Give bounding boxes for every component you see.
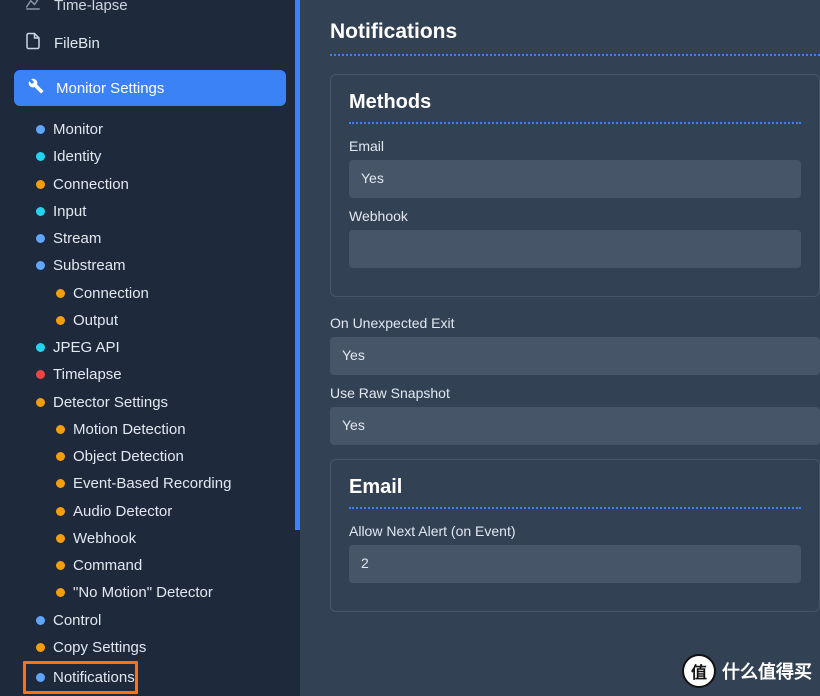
tree-item[interactable]: Copy Settings	[14, 634, 286, 661]
sidebar-item-filebin[interactable]: FileBin	[14, 26, 286, 60]
tree-item[interactable]: Stream	[14, 225, 286, 252]
tree-item-label: Webhook	[73, 527, 136, 550]
tree-item[interactable]: Control	[14, 607, 286, 634]
bullet-icon	[56, 561, 65, 570]
tree-item-label: Output	[73, 309, 118, 332]
bullet-icon	[56, 534, 65, 543]
bullet-icon	[56, 507, 65, 516]
timelapse-icon	[24, 0, 42, 16]
tree-item[interactable]: Object Detection	[14, 443, 286, 470]
tree-item[interactable]: Substream	[14, 252, 286, 279]
tree-item[interactable]: Connection	[14, 280, 286, 307]
tree-item-label: Motion Detection	[73, 418, 186, 441]
tree-item[interactable]: Output	[14, 307, 286, 334]
tree-item-label: Connection	[53, 173, 129, 196]
tree-item[interactable]: JPEG API	[14, 334, 286, 361]
tree-item-label: Substream	[53, 254, 126, 277]
tree-item-label: Notifications	[53, 666, 135, 689]
main-panel: Notifications Methods Email Yes Webhook …	[300, 0, 820, 696]
sidebar-item-label: Time-lapse	[54, 0, 128, 14]
file-icon	[24, 32, 42, 54]
bullet-icon	[36, 180, 45, 189]
tree-item-label: Control	[53, 609, 101, 632]
tree-item[interactable]: Event-Based Recording	[14, 470, 286, 497]
tree-item-label: Event-Based Recording	[73, 472, 231, 495]
tree-item[interactable]: Timelapse	[14, 361, 286, 388]
monitor-settings-button[interactable]: Monitor Settings	[14, 70, 286, 106]
watermark: 值 什么值得买	[682, 654, 812, 688]
monitor-settings-label: Monitor Settings	[56, 80, 164, 97]
unexpected-exit-label: On Unexpected Exit	[330, 315, 820, 331]
watermark-text: 什么值得买	[722, 658, 812, 684]
tree-item-label: Audio Detector	[73, 500, 172, 523]
tree-item[interactable]: Input	[14, 198, 286, 225]
email-section: Email Allow Next Alert (on Event) 2	[330, 459, 820, 612]
tree-item-label: Input	[53, 200, 86, 223]
tree-item[interactable]: Motion Detection	[14, 416, 286, 443]
bullet-icon	[36, 643, 45, 652]
tree-item[interactable]: Monitor	[14, 116, 286, 143]
tree-item-label: Connection	[73, 282, 149, 305]
tree-item-label: Detector Settings	[53, 391, 168, 414]
bullet-icon	[36, 234, 45, 243]
tree-item-label: JPEG API	[53, 336, 120, 359]
watermark-badge-icon: 值	[682, 654, 716, 688]
sidebar-item-label: FileBin	[54, 35, 100, 52]
tree-item[interactable]: Detector Settings	[14, 389, 286, 416]
tree-item[interactable]: Connection	[14, 171, 286, 198]
bullet-icon	[36, 261, 45, 270]
bullet-icon	[36, 370, 45, 379]
sidebar: Time-lapse FileBin Monitor Settings Moni…	[0, 0, 300, 696]
bullet-icon	[36, 207, 45, 216]
allow-next-alert-input[interactable]: 2	[349, 545, 801, 583]
bullet-icon	[36, 398, 45, 407]
methods-title: Methods	[349, 91, 801, 124]
tree-item-label: Copy Settings	[53, 636, 146, 659]
tree-item[interactable]: "No Motion" Detector	[14, 579, 286, 606]
wrench-icon	[28, 78, 44, 98]
email-method-select[interactable]: Yes	[349, 160, 801, 198]
bullet-icon	[56, 588, 65, 597]
bullet-icon	[56, 479, 65, 488]
tree-item[interactable]: Webhook	[14, 525, 286, 552]
tree-item-label: Object Detection	[73, 445, 184, 468]
email-method-label: Email	[349, 138, 801, 154]
tree-item-label: Identity	[53, 145, 101, 168]
bullet-icon	[56, 452, 65, 461]
raw-snapshot-label: Use Raw Snapshot	[330, 385, 820, 401]
email-section-title: Email	[349, 476, 801, 509]
bullet-icon	[56, 289, 65, 298]
allow-next-alert-label: Allow Next Alert (on Event)	[349, 523, 801, 539]
bullet-icon	[36, 616, 45, 625]
methods-section: Methods Email Yes Webhook	[330, 74, 820, 297]
tree-item[interactable]: Command	[14, 552, 286, 579]
raw-snapshot-select[interactable]: Yes	[330, 407, 820, 445]
tree-item[interactable]: Identity	[14, 143, 286, 170]
tree-item-label: Monitor	[53, 118, 103, 141]
webhook-method-input[interactable]	[349, 230, 801, 268]
tree-item[interactable]: Notifications	[23, 661, 138, 694]
bullet-icon	[56, 425, 65, 434]
tree-item-label: "No Motion" Detector	[73, 581, 213, 604]
bullet-icon	[56, 316, 65, 325]
bullet-icon	[36, 673, 45, 682]
tree-item[interactable]: Audio Detector	[14, 498, 286, 525]
bullet-icon	[36, 125, 45, 134]
bullet-icon	[36, 343, 45, 352]
unexpected-exit-select[interactable]: Yes	[330, 337, 820, 375]
tree-item-label: Timelapse	[53, 363, 122, 386]
tree-item-label: Stream	[53, 227, 101, 250]
panel-title: Notifications	[330, 20, 820, 56]
sidebar-item-timelapse[interactable]: Time-lapse	[14, 0, 286, 22]
webhook-method-label: Webhook	[349, 208, 801, 224]
settings-tree: Monitor Identity Connection Input Stream Subs…	[14, 116, 286, 696]
bullet-icon	[36, 152, 45, 161]
tree-item-label: Command	[73, 554, 142, 577]
